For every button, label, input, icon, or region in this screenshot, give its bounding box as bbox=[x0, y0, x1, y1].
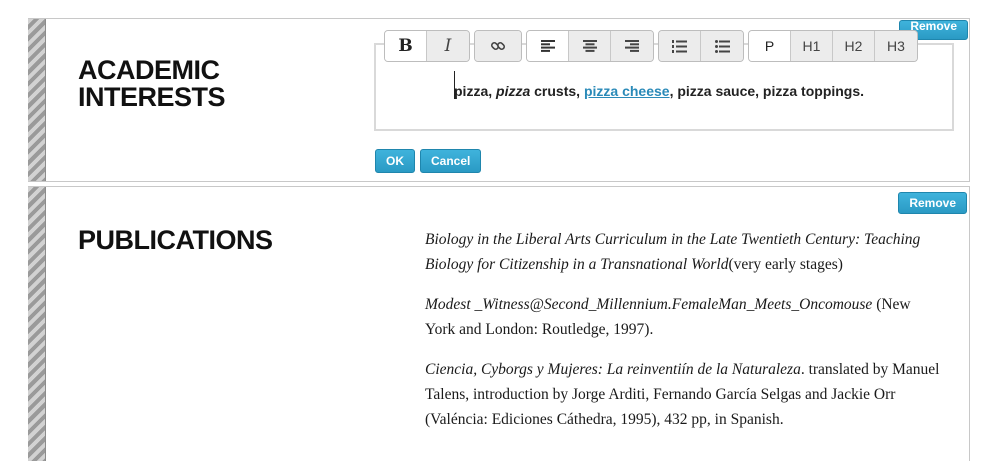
ok-button[interactable]: OK bbox=[375, 149, 415, 173]
unordered-list-button[interactable] bbox=[701, 31, 743, 61]
paragraph-button[interactable]: P bbox=[749, 31, 791, 61]
align-left-button[interactable] bbox=[527, 31, 569, 61]
remove-publications-button[interactable]: Remove bbox=[898, 192, 967, 214]
editor-content[interactable]: pizza, pizza crusts, pizza cheese, pizza… bbox=[454, 83, 864, 99]
editor-text-segment: crusts, bbox=[530, 83, 584, 99]
publication-title: Ciencia, Cyborgs y Mujeres: La reinventi… bbox=[425, 361, 801, 378]
align-right-icon bbox=[625, 40, 639, 52]
editor-link[interactable]: pizza cheese bbox=[584, 83, 670, 99]
editor-text-segment: , pizza sauce, pizza toppings. bbox=[669, 83, 865, 99]
cancel-button[interactable]: Cancel bbox=[420, 149, 482, 173]
format-group: B I bbox=[384, 30, 470, 62]
publication-item: Modest _Witness@Second_Millennium.Female… bbox=[425, 292, 943, 342]
link-button[interactable] bbox=[475, 31, 521, 61]
publication-title: Biology in the Liberal Arts Curriculum i… bbox=[425, 231, 921, 273]
publication-item: Biology in the Liberal Arts Curriculum i… bbox=[425, 227, 943, 277]
drag-handle[interactable] bbox=[28, 187, 46, 461]
publication-title: Modest _Witness@Second_Millennium.Female… bbox=[425, 296, 873, 313]
block-format-group: P H1 H2 H3 bbox=[748, 30, 918, 62]
list-group bbox=[658, 30, 744, 62]
align-left-icon bbox=[540, 40, 555, 52]
align-center-button[interactable] bbox=[569, 31, 611, 61]
align-right-button[interactable] bbox=[611, 31, 653, 61]
editor-text-segment: pizza, bbox=[454, 83, 497, 99]
section-heading: ACADEMIC INTERESTS bbox=[78, 55, 226, 112]
italic-button[interactable]: I bbox=[427, 31, 469, 61]
publications-section: PUBLICATIONS Remove Biology in the Liber… bbox=[28, 186, 970, 461]
link-group bbox=[474, 30, 522, 62]
h2-button[interactable]: H2 bbox=[833, 31, 875, 61]
academic-interests-section: ACADEMIC INTERESTS B I P H1 H2 H3 pizza,… bbox=[28, 18, 970, 182]
publication-list: Biology in the Liberal Arts Curriculum i… bbox=[425, 227, 943, 447]
link-icon bbox=[490, 38, 506, 54]
align-center-icon bbox=[582, 40, 597, 52]
drag-handle[interactable] bbox=[28, 19, 46, 181]
ordered-list-icon bbox=[672, 39, 687, 53]
editor-toolbar: B I P H1 H2 H3 bbox=[384, 30, 918, 62]
unordered-list-icon bbox=[714, 39, 730, 53]
h3-button[interactable]: H3 bbox=[875, 31, 917, 61]
publication-details: (very early stages) bbox=[728, 256, 843, 273]
h1-button[interactable]: H1 bbox=[791, 31, 833, 61]
editor-italic-text: pizza bbox=[496, 83, 531, 99]
bold-button[interactable]: B bbox=[385, 31, 427, 61]
ordered-list-button[interactable] bbox=[659, 31, 701, 61]
publication-item: Ciencia, Cyborgs y Mujeres: La reinventi… bbox=[425, 357, 943, 432]
align-group bbox=[526, 30, 654, 62]
section-heading: PUBLICATIONS bbox=[78, 225, 273, 255]
